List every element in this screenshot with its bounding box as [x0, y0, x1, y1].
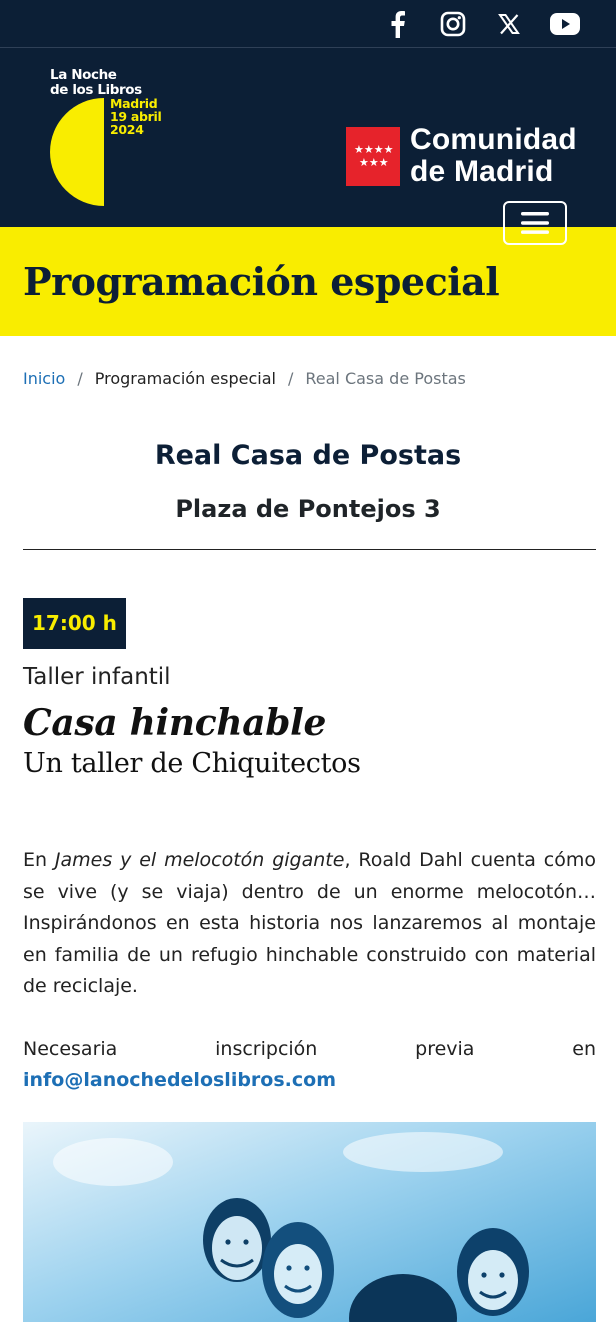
event-photo	[23, 1121, 596, 1322]
registration-email-link[interactable]: info@lanochedeloslibros.com	[23, 1065, 596, 1097]
venue-header: Real Casa de Postas Plaza de Pontejos 3	[0, 388, 616, 523]
madrid-flag-icon: ★★★★ ★★★	[346, 126, 400, 186]
logo-date: Madrid 19 abril 2024	[110, 97, 162, 137]
reg-word: Necesaria	[23, 1037, 118, 1060]
cm-wordmark: Comunidad de Madrid	[410, 124, 577, 188]
logo-date-year: 2024	[110, 122, 144, 137]
hamburger-icon	[521, 212, 549, 234]
facebook-icon[interactable]	[382, 9, 412, 39]
registration-info: Necesaria inscripción previa en info@lan…	[23, 1034, 596, 1097]
event-subtitle: Un taller de Chiquitectos	[23, 748, 361, 779]
breadcrumb-separator: /	[77, 369, 83, 388]
half-moon-shape	[50, 98, 104, 206]
svg-text:★★★: ★★★	[359, 156, 389, 169]
instagram-icon[interactable]	[438, 9, 468, 39]
reg-word: en	[572, 1037, 596, 1060]
breadcrumb-current: Real Casa de Postas	[305, 369, 466, 388]
menu-toggle-button[interactable]	[503, 201, 567, 245]
venue-address: Plaza de Pontejos 3	[175, 495, 441, 523]
top-bar	[0, 0, 616, 48]
breadcrumb: Inicio / Programación especial / Real Ca…	[0, 336, 616, 388]
youtube-icon[interactable]	[550, 9, 580, 39]
breadcrumb-section-link[interactable]: Programación especial	[95, 369, 276, 388]
cm-line-2: de Madrid	[410, 155, 554, 188]
event-title: Casa hinchable	[23, 702, 327, 744]
logo-title: La Noche de los Libros	[50, 68, 142, 98]
x-icon[interactable]	[494, 9, 524, 39]
breadcrumb-home-link[interactable]: Inicio	[23, 369, 65, 388]
reg-word: previa	[415, 1037, 475, 1060]
event-time-badge: 17:00 h	[23, 598, 126, 649]
comunidad-de-madrid-logo[interactable]: ★★★★ ★★★ Comunidad de Madrid	[346, 124, 577, 188]
event-card: 17:00 h Taller infantil Casa hinchable U…	[0, 550, 616, 1097]
page-title: Programación especial	[23, 259, 500, 304]
registration-text: Necesaria inscripción previa en	[23, 1034, 596, 1066]
cm-line-1: Comunidad	[410, 123, 577, 156]
book-title: James y el melocotón gigante	[54, 849, 345, 871]
noche-de-los-libros-logo[interactable]: La Noche de los Libros Madrid 19 abril 2…	[46, 68, 176, 208]
venue-name: Real Casa de Postas	[154, 440, 462, 471]
desc-intro: En	[23, 849, 55, 871]
logo-line-1: La Noche	[50, 67, 117, 83]
event-category: Taller infantil	[23, 664, 171, 690]
event-description: En James y el melocotón gigante, Roald D…	[23, 845, 596, 1003]
reg-word: inscripción	[215, 1037, 318, 1060]
family-photo-illustration	[53, 1131, 529, 1322]
site-header: La Noche de los Libros Madrid 19 abril 2…	[0, 48, 616, 245]
breadcrumb-separator: /	[287, 369, 294, 388]
desc-body: , Roald Dahl cuenta cómo se vive (y se v…	[23, 849, 597, 997]
svg-text:★★★★: ★★★★	[354, 143, 393, 156]
